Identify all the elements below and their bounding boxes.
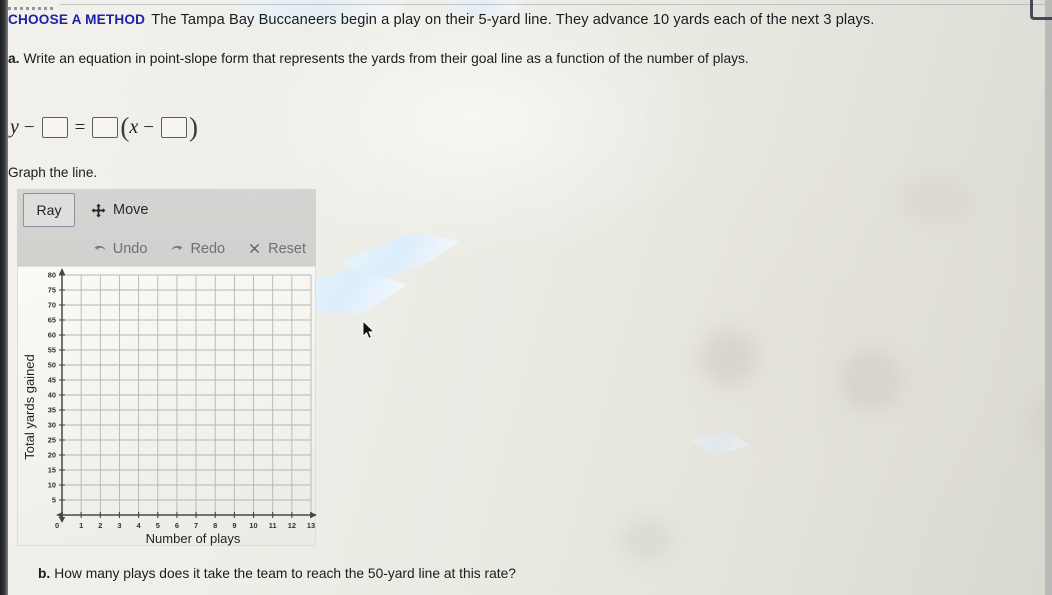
mouse-cursor	[362, 319, 376, 340]
part-b: b. How many plays does it take the team t…	[38, 566, 638, 581]
y-tick-label: 45	[48, 376, 56, 385]
redo-button[interactable]: Redo	[170, 241, 225, 257]
x-tick-label: 4	[137, 521, 142, 530]
equation-open-paren: (	[120, 112, 130, 142]
equation-equals: =	[74, 116, 86, 138]
redo-label: Redo	[190, 240, 226, 257]
move-tool-label: Move	[113, 202, 149, 218]
y-tick-label: 20	[48, 451, 56, 460]
y-tick-label: 10	[48, 481, 56, 490]
y-tick-label: 80	[48, 271, 56, 280]
x-tick-label: 1	[79, 521, 83, 530]
x-tick-label: 9	[232, 521, 236, 530]
y-tick-label: 60	[48, 331, 56, 340]
equation-minus-1: −	[23, 116, 35, 138]
y-tick-label: 75	[48, 286, 56, 295]
equation-y: y	[10, 116, 19, 138]
ray-tool-label: Ray	[36, 202, 62, 218]
move-tool-button[interactable]: Move	[91, 202, 148, 218]
y-tick-label: 30	[48, 421, 56, 430]
toolbar-row-tools: Ray Move	[17, 189, 316, 231]
undo-icon	[93, 242, 107, 256]
graphing-widget: Ray Move Undo Redo Reset 0 1 2 3 4 5 6 7…	[17, 189, 317, 555]
y-tick-label: 70	[48, 301, 56, 310]
problem-statement: The Tampa Bay Buccaneers begin a play on…	[151, 12, 875, 28]
choose-a-method-tag: CHOOSE A METHOD	[8, 12, 146, 27]
coordinate-plane[interactable]: 0 1 2 3 4 5 6 7 8 9 10 11 12 13 5 10 15 20 25 30 35 40 45 50 55…	[17, 266, 317, 547]
y-tick-label: 55	[48, 346, 56, 355]
y-tick-label: 50	[48, 361, 56, 370]
x-tick-label: 6	[175, 521, 179, 530]
x-tick-label: 0	[55, 521, 59, 530]
equation-minus-2: −	[143, 116, 154, 138]
x-tick-label: 13	[307, 521, 315, 530]
reset-button[interactable]: Reset	[248, 241, 306, 257]
move-icon	[91, 203, 106, 218]
grid-lines	[62, 274, 312, 515]
y-axis-label: Total yards gained	[22, 354, 37, 460]
undo-button[interactable]: Undo	[93, 240, 148, 257]
ray-tool-button[interactable]: Ray	[23, 193, 75, 227]
x-tick-label: 11	[269, 521, 277, 530]
equation-x: x	[129, 116, 139, 138]
part-b-label: b.	[38, 566, 51, 581]
close-icon	[248, 242, 262, 256]
x-tick-label: 12	[288, 521, 296, 530]
x-tick-label: 3	[117, 521, 121, 530]
y-tick-label: 35	[48, 406, 56, 415]
part-b-text: How many plays does it take the team to …	[54, 566, 516, 581]
x-tick-label: 2	[98, 521, 102, 530]
y-tick-label: 15	[48, 466, 56, 475]
redo-icon	[170, 242, 184, 256]
x-tick-label: 5	[156, 521, 160, 530]
y-tick-label: 25	[48, 436, 56, 445]
axis-ticks	[59, 274, 312, 518]
y-tick-label: 40	[48, 391, 56, 400]
part-a-label: a.	[8, 51, 20, 66]
undo-label: Undo	[112, 240, 148, 257]
point-slope-equation: y − = ( x − )	[10, 112, 198, 143]
photo-surface: CHOOSE A METHOD The Tampa Bay Buccaneers …	[0, 0, 1052, 595]
x-tick-labels: 0 1 2 3 4 5 6 7 8 9 10 11 12 13	[55, 521, 315, 530]
answer-box-x1[interactable]	[160, 117, 187, 138]
y-tick-labels: 5 10 15 20 25 30 35 40 45 50 55 60 65 70 75 80	[48, 271, 56, 505]
x-axis-label: Number of plays	[146, 531, 241, 546]
toolbar-row-history: Undo Redo Reset	[17, 231, 316, 266]
x-tick-label: 7	[194, 521, 198, 530]
answer-box-y1[interactable]	[41, 117, 68, 138]
graph-toolbar: Ray Move Undo Redo Reset	[17, 189, 316, 266]
y-tick-label: 5	[52, 496, 56, 505]
reset-label: Reset	[268, 240, 306, 257]
answer-box-slope[interactable]	[92, 117, 119, 138]
y-tick-label: 65	[48, 316, 56, 325]
part-a-text: Write an equation in point-slope form th…	[23, 51, 749, 66]
x-tick-label: 10	[249, 521, 257, 530]
x-tick-label: 8	[213, 521, 217, 530]
equation-close-paren: )	[188, 112, 198, 142]
graph-instruction: Graph the line.	[8, 165, 98, 180]
page-content: CHOOSE A METHOD The Tampa Bay Buccaneers …	[0, 0, 1052, 595]
problem-prompt: CHOOSE A METHOD The Tampa Bay Buccaneers …	[8, 12, 1008, 28]
coordinate-plane-svg[interactable]: 0 1 2 3 4 5 6 7 8 9 10 11 12 13 510152025303540455055…	[18, 267, 317, 547]
part-a: a. Write an equation in point-slope form …	[8, 51, 938, 66]
